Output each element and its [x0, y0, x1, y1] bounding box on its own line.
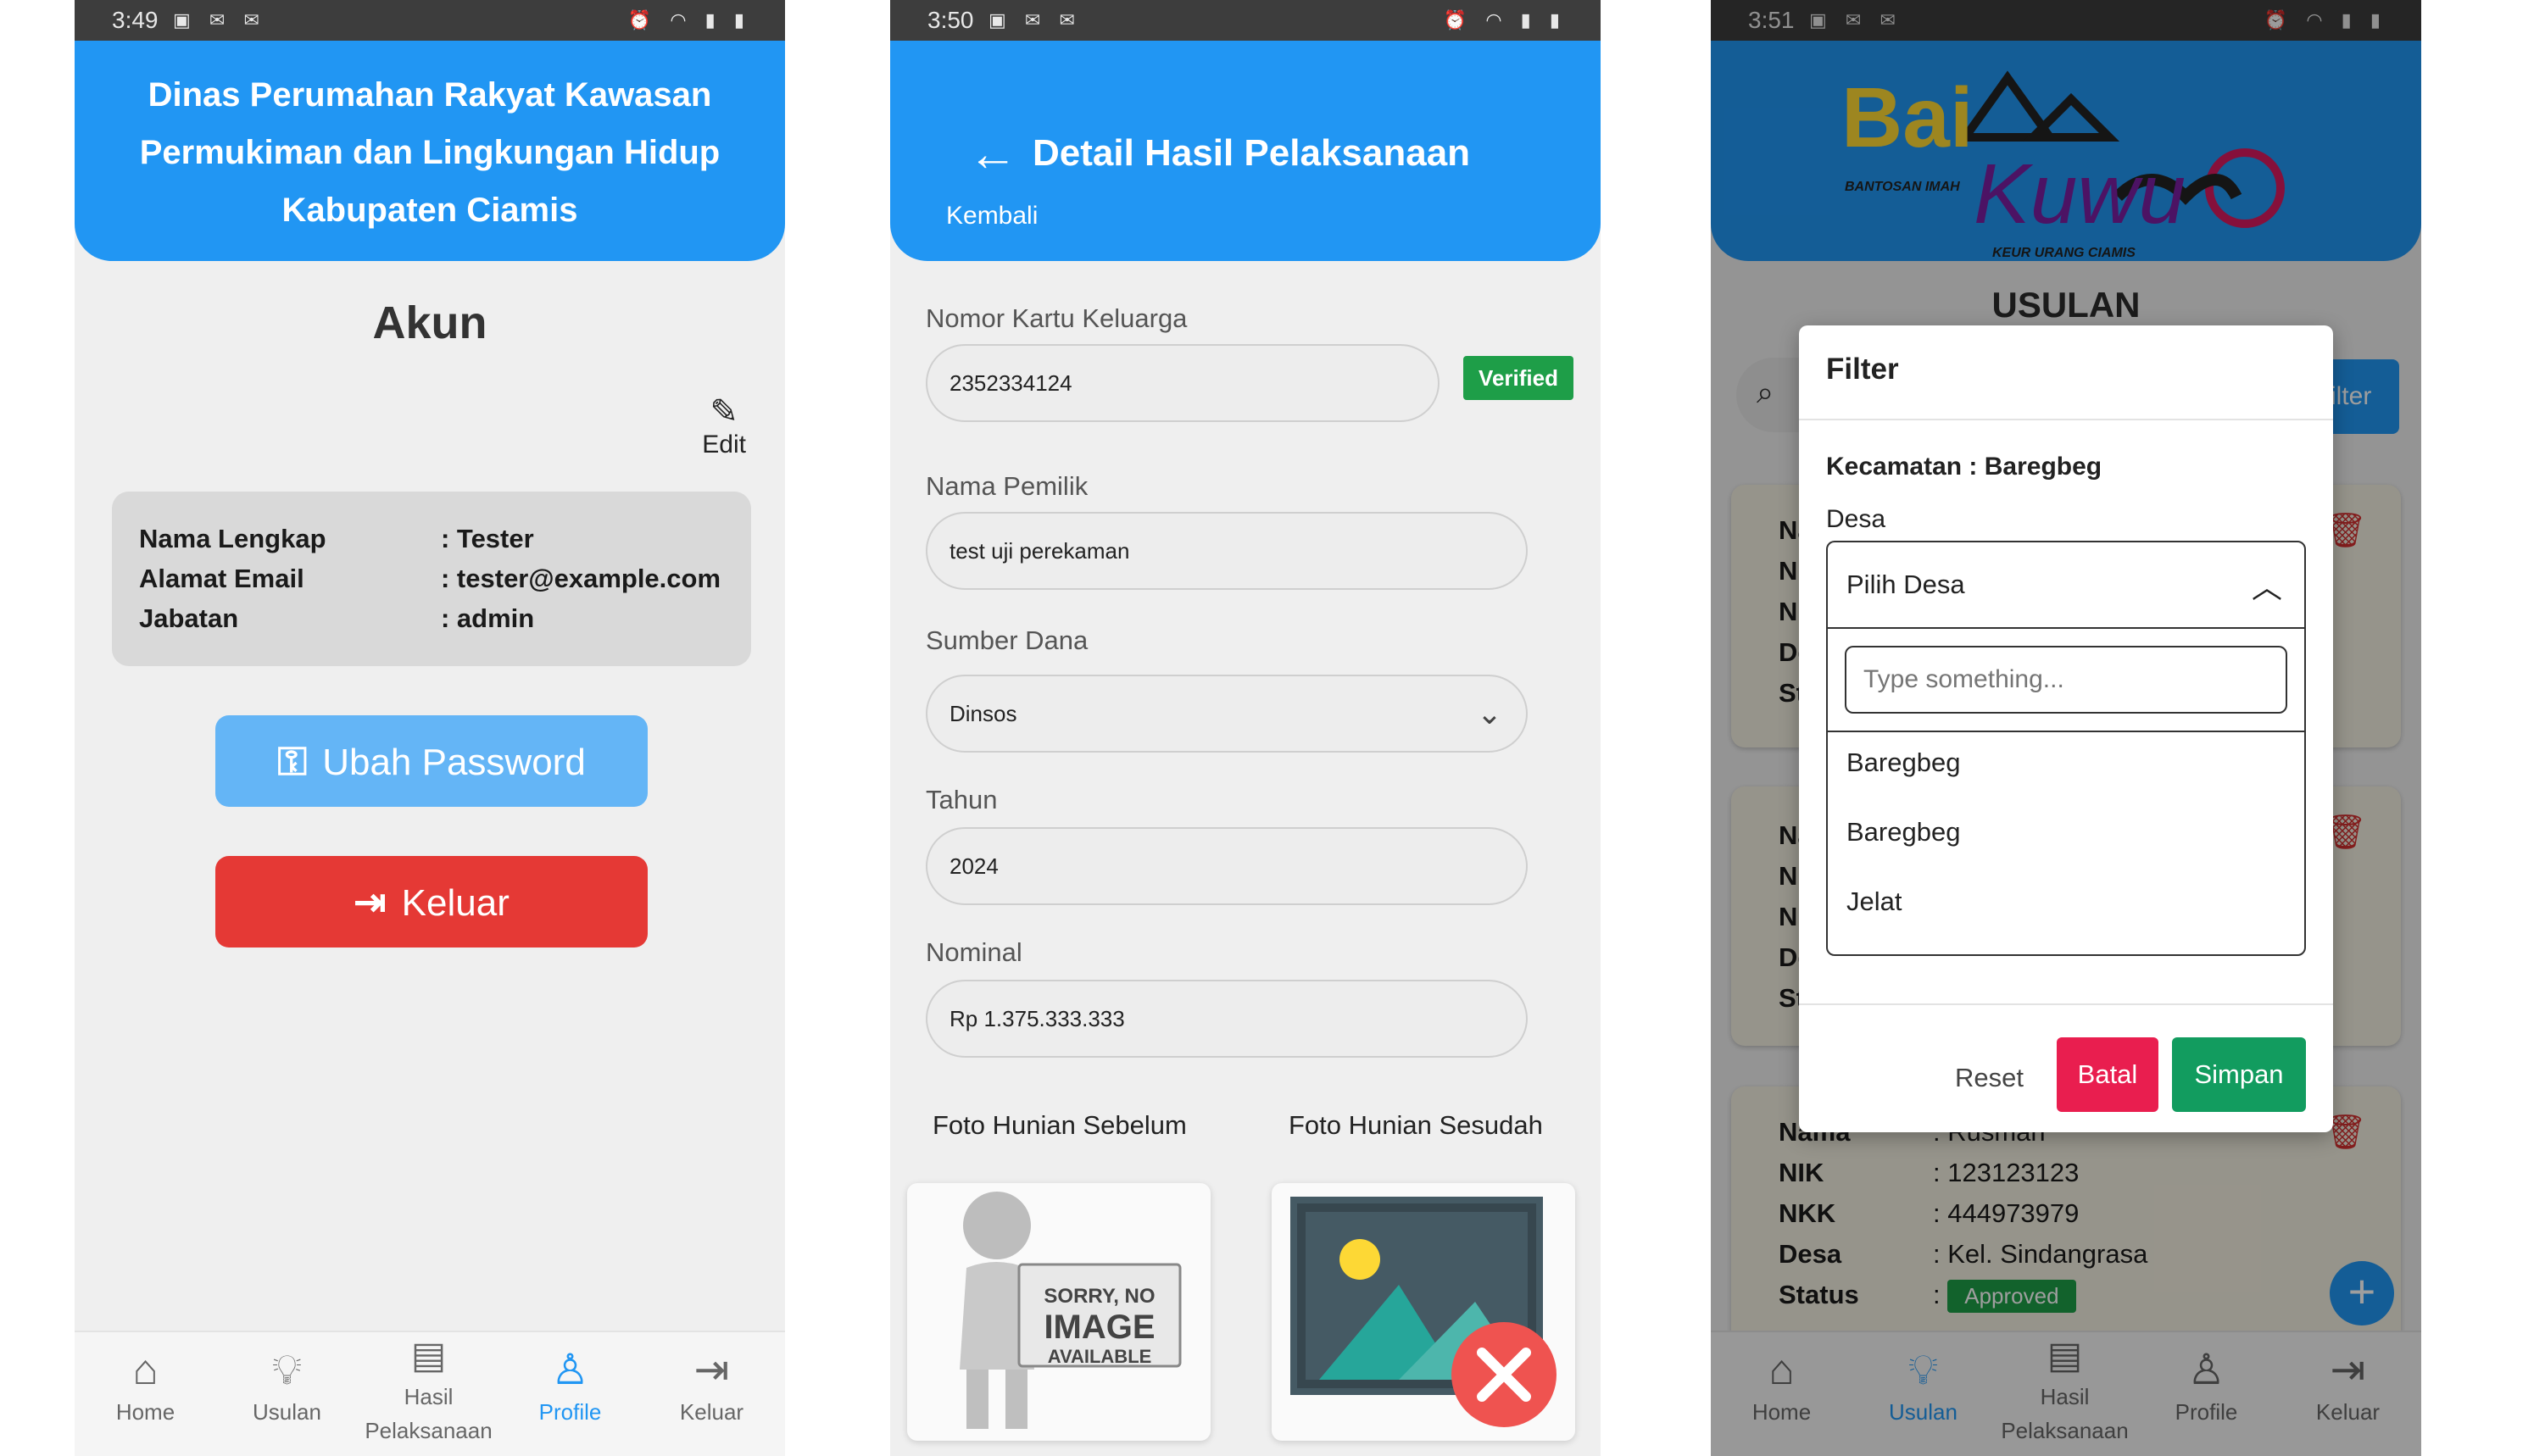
nav-label: Pelaksanaan — [365, 1418, 493, 1443]
broken-image-icon — [1290, 1197, 1557, 1427]
edit-button[interactable]: ✎ Edit — [702, 393, 746, 459]
key-icon: ⚿ — [277, 739, 308, 783]
status-time: 3:49 — [112, 7, 159, 33]
select-placeholder: Pilih Desa — [1846, 570, 1965, 599]
status-bar: 3:49 ▣ ✉ ✉ ⏰ ◠ ▮ ▮ — [75, 0, 785, 41]
info-label: Nama Lengkap — [139, 524, 326, 553]
tahun-field[interactable]: 2024 — [926, 827, 1528, 905]
save-button[interactable]: Simpan — [2172, 1037, 2306, 1112]
dropdown-search-input[interactable] — [1845, 646, 2287, 714]
info-label: Jabatan — [139, 603, 239, 633]
dropdown-option[interactable]: Baregbeg — [1846, 747, 1960, 778]
nav-home[interactable]: ⌂ Home — [75, 1332, 216, 1456]
sumber-value: Dinsos — [950, 701, 1017, 726]
nav-usulan[interactable]: 💡︎ Usulan — [216, 1332, 358, 1456]
notification-icons: ▣ ✉ ✉ — [173, 9, 266, 31]
kk-field[interactable]: 2352334124 — [926, 344, 1440, 422]
info-value: : Tester — [441, 524, 534, 553]
screen-detail-hasil: 3:50 ▣ ✉ ✉ ⏰ ◠ ▮ ▮ ← Detail Hasil Pelaks… — [890, 0, 1601, 1456]
logout-label: Keluar — [401, 882, 510, 924]
status-time: 3:50 — [927, 7, 974, 33]
info-value: : tester@example.com — [441, 564, 721, 593]
tahun-label: Tahun — [926, 785, 998, 814]
notification-icons: ▣ ✉ ✉ — [988, 9, 1082, 31]
nama-label: Nama Pemilik — [926, 471, 1089, 501]
account-info-card: Nama Lengkap : Tester Alamat Email : tes… — [112, 492, 751, 666]
nav-label: Hasil — [404, 1384, 454, 1409]
photo-after-card[interactable] — [1272, 1183, 1575, 1441]
nav-label: Usulan — [253, 1399, 321, 1425]
person-icon: ♙ — [551, 1346, 589, 1393]
chevron-down-icon: ⌄ — [1476, 696, 1502, 731]
document-icon: ▤ — [410, 1335, 447, 1376]
photo-before-label: Foto Hunian Sebelum — [933, 1110, 1187, 1140]
logout-button[interactable]: ⇥ Keluar — [215, 856, 648, 948]
back-arrow-icon[interactable]: ← — [968, 125, 1017, 182]
sumber-label: Sumber Dana — [926, 625, 1089, 655]
app-header: ← Detail Hasil Pelaksanaan Kembali — [890, 41, 1601, 261]
kk-label: Nomor Kartu Keluarga — [926, 303, 1188, 333]
nominal-label: Nominal — [926, 937, 1022, 967]
page-title: Akun — [372, 297, 487, 348]
modal-title: Filter — [1826, 353, 1899, 386]
change-password-label: Ubah Password — [322, 742, 586, 783]
no-image-text: SORRY, NO IMAGE AVAILABLE — [1019, 1285, 1180, 1368]
dropdown-options: Baregbeg Baregbeg Jelat — [1828, 731, 2304, 916]
logout-icon: ⇥ — [354, 880, 387, 924]
screen-usulan: 3:51 ▣ ✉ ✉ ⏰ ◠ ▮ ▮ Bai Kuwu BANTOSAN IMA… — [1711, 0, 2421, 1456]
system-icons: ⏰ ◠ ▮ ▮ — [1443, 9, 1567, 31]
nama-field[interactable]: test uji perekaman — [926, 512, 1528, 590]
reset-button[interactable]: Reset — [1955, 1063, 2024, 1093]
sumber-dana-select[interactable]: Dinsos ⌄ — [926, 675, 1528, 753]
system-icons: ⏰ ◠ ▮ ▮ — [627, 9, 751, 31]
lightbulb-icon: 💡︎ — [272, 1346, 302, 1393]
desa-label: Desa — [1826, 505, 1886, 533]
photo-after-label: Foto Hunian Sesudah — [1289, 1110, 1543, 1140]
dropdown-option[interactable]: Jelat — [1846, 886, 1902, 917]
pencil-icon: ✎ — [710, 393, 738, 431]
desa-dropdown[interactable]: Pilih Desa ︿ Baregbeg Baregbeg Jelat — [1826, 541, 2306, 956]
home-icon: ⌂ — [132, 1346, 159, 1393]
screen-profile: 3:49 ▣ ✉ ✉ ⏰ ◠ ▮ ▮ Dinas Perumahan Rakya… — [75, 0, 785, 1456]
no-image-line: AVAILABLE — [1047, 1346, 1152, 1367]
nav-keluar[interactable]: ⇥ Keluar — [641, 1332, 782, 1456]
cancel-button[interactable]: Batal — [2057, 1037, 2158, 1112]
nav-hasil-pelaksanaan[interactable]: ▤ Hasil Pelaksanaan — [358, 1332, 499, 1456]
no-image-line: IMAGE — [1044, 1309, 1156, 1346]
info-label: Alamat Email — [139, 564, 304, 593]
desa-select[interactable]: Pilih Desa ︿ — [1828, 542, 2304, 629]
bottom-nav: ⌂ Home 💡︎ Usulan ▤ Hasil Pelaksanaan ♙ P… — [75, 1331, 785, 1456]
app-header: Dinas Perumahan Rakyat Kawasan Permukima… — [75, 41, 785, 261]
filter-modal: Filter Kecamatan : Baregbeg Desa Pilih D… — [1799, 325, 2333, 1132]
info-value: : admin — [441, 603, 535, 633]
nav-profile[interactable]: ♙ Profile — [499, 1332, 641, 1456]
divider — [1799, 419, 2333, 420]
photo-before-card[interactable]: SORRY, NO IMAGE AVAILABLE — [907, 1183, 1211, 1441]
divider — [1799, 1003, 2333, 1005]
header-title: Detail Hasil Pelaksanaan — [1033, 132, 1471, 174]
nav-label: Home — [115, 1399, 175, 1425]
header-title: Dinas Perumahan Rakyat Kawasan Permukima… — [139, 76, 721, 229]
nav-label: Keluar — [679, 1399, 744, 1425]
no-image-line: SORRY, NO — [1044, 1285, 1156, 1308]
verified-badge: Verified — [1463, 356, 1573, 400]
edit-label: Edit — [702, 431, 746, 458]
status-bar: 3:50 ▣ ✉ ✉ ⏰ ◠ ▮ ▮ — [890, 0, 1601, 41]
nav-label: Profile — [538, 1399, 602, 1425]
change-password-button[interactable]: ⚿ Ubah Password — [215, 715, 648, 807]
back-link[interactable]: Kembali — [946, 202, 1038, 231]
dropdown-option[interactable]: Baregbeg — [1846, 817, 1960, 847]
nominal-field[interactable]: Rp 1.375.333.333 — [926, 980, 1528, 1058]
chevron-up-icon: ︿ — [2251, 570, 2282, 604]
logout-icon: ⇥ — [693, 1346, 730, 1393]
kecamatan-label: Kecamatan : Baregbeg — [1826, 453, 2102, 481]
